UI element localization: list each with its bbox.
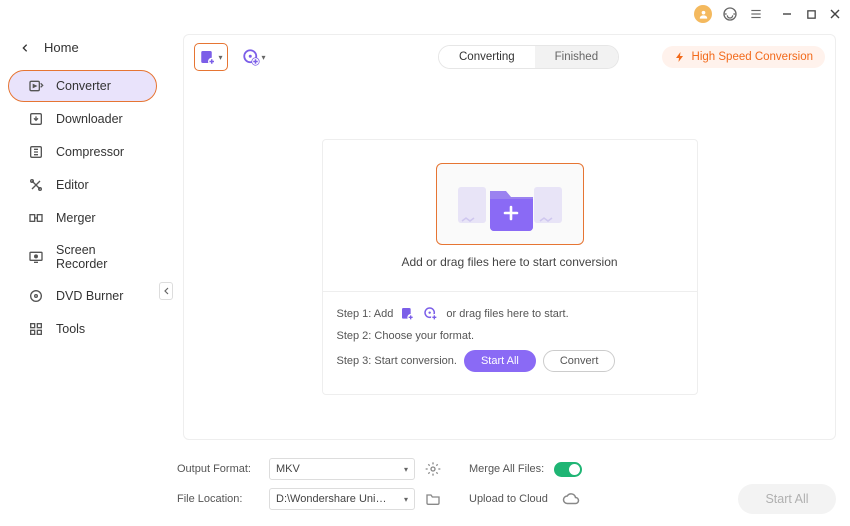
sidebar-item-label: Merger — [56, 211, 96, 225]
minimize-button[interactable] — [780, 7, 794, 21]
step-3: Step 3: Start conversion. Start All Conv… — [337, 350, 683, 372]
downloader-icon — [28, 111, 44, 127]
merger-icon — [28, 210, 44, 226]
start-all-button[interactable]: Start All — [738, 484, 836, 514]
file-location-select[interactable]: D:\Wondershare UniConverter 1 ▾ — [269, 488, 415, 510]
folder-icon[interactable] — [425, 491, 441, 507]
merge-all-label: Merge All Files: — [469, 463, 544, 475]
chevron-down-icon: ▾ — [218, 53, 222, 62]
disc-plus-icon — [423, 306, 439, 322]
sidebar-item-screen-recorder[interactable]: Screen Recorder — [8, 235, 157, 279]
tools-icon — [28, 321, 44, 337]
convert-pill[interactable]: Convert — [543, 350, 616, 372]
titlebar — [0, 0, 850, 28]
close-button[interactable] — [828, 7, 842, 21]
menu-icon[interactable] — [748, 6, 764, 22]
editor-icon — [28, 177, 44, 193]
sidebar-item-editor[interactable]: Editor — [8, 169, 157, 201]
drop-text: Add or drag files here to start conversi… — [401, 255, 617, 269]
start-all-pill[interactable]: Start All — [464, 350, 536, 372]
sidebar-item-label: Screen Recorder — [56, 243, 137, 271]
tab-switch: Converting Finished — [438, 45, 619, 69]
home-row[interactable]: Home — [0, 34, 165, 69]
converter-icon — [28, 78, 44, 94]
sidebar-item-converter[interactable]: Converter — [8, 70, 157, 102]
output-format-select[interactable]: MKV ▾ — [269, 458, 415, 480]
compressor-icon — [28, 144, 44, 160]
sidebar-item-label: Converter — [56, 79, 111, 93]
sidebar: Home Converter Downloader Compressor Edi… — [0, 28, 165, 526]
chevron-down-icon: ▾ — [404, 465, 408, 474]
sidebar-item-merger[interactable]: Merger — [8, 202, 157, 234]
drop-steps: Step 1: Add or drag files here to start.… — [323, 292, 697, 394]
file-location-label: File Location: — [177, 493, 259, 505]
converter-panel: ▾ ▾ Converting Finished High Speed Conve… — [183, 34, 836, 440]
tab-converting[interactable]: Converting — [439, 46, 535, 68]
sidebar-item-label: Editor — [56, 178, 89, 192]
sidebar-item-label: Tools — [56, 322, 85, 336]
bolt-icon — [674, 51, 686, 63]
home-label: Home — [44, 40, 79, 55]
sidebar-item-tools[interactable]: Tools — [8, 313, 157, 345]
avatar-icon[interactable] — [694, 5, 712, 23]
maximize-button[interactable] — [804, 7, 818, 21]
chevron-down-icon: ▾ — [404, 495, 408, 504]
drop-card: Add or drag files here to start conversi… — [322, 139, 698, 395]
upload-cloud-label: Upload to Cloud — [469, 493, 548, 505]
back-arrow-icon[interactable] — [20, 43, 30, 53]
file-plus-icon — [400, 306, 416, 322]
settings-icon[interactable] — [425, 461, 441, 477]
sidebar-item-compressor[interactable]: Compressor — [8, 136, 157, 168]
sidebar-item-label: Compressor — [56, 145, 124, 159]
sidebar-item-downloader[interactable]: Downloader — [8, 103, 157, 135]
tab-finished[interactable]: Finished — [535, 46, 618, 68]
add-folder-box[interactable] — [436, 163, 584, 245]
sidebar-item-label: Downloader — [56, 112, 123, 126]
panel-toolbar: ▾ ▾ Converting Finished High Speed Conve… — [184, 35, 835, 79]
footer: Output Format: MKV ▾ Merge All Files: Fi… — [177, 458, 836, 518]
sidebar-item-label: DVD Burner — [56, 289, 123, 303]
step-1: Step 1: Add or drag files here to start. — [337, 306, 683, 322]
high-speed-badge[interactable]: High Speed Conversion — [662, 46, 825, 68]
chevron-down-icon: ▾ — [261, 53, 265, 62]
output-format-label: Output Format: — [177, 463, 259, 475]
drop-zone[interactable]: Add or drag files here to start conversi… — [323, 140, 697, 292]
add-file-button[interactable]: ▾ — [194, 43, 228, 71]
cloud-icon[interactable] — [562, 491, 578, 507]
screen-recorder-icon — [28, 249, 44, 265]
main-area: ▾ ▾ Converting Finished High Speed Conve… — [165, 28, 850, 526]
dvd-burner-icon — [28, 288, 44, 304]
add-disc-button[interactable]: ▾ — [240, 43, 268, 71]
step-2: Step 2: Choose your format. — [337, 330, 683, 342]
sidebar-item-dvd-burner[interactable]: DVD Burner — [8, 280, 157, 312]
merge-all-toggle[interactable] — [554, 462, 582, 477]
support-icon[interactable] — [722, 6, 738, 22]
high-speed-label: High Speed Conversion — [692, 51, 813, 63]
